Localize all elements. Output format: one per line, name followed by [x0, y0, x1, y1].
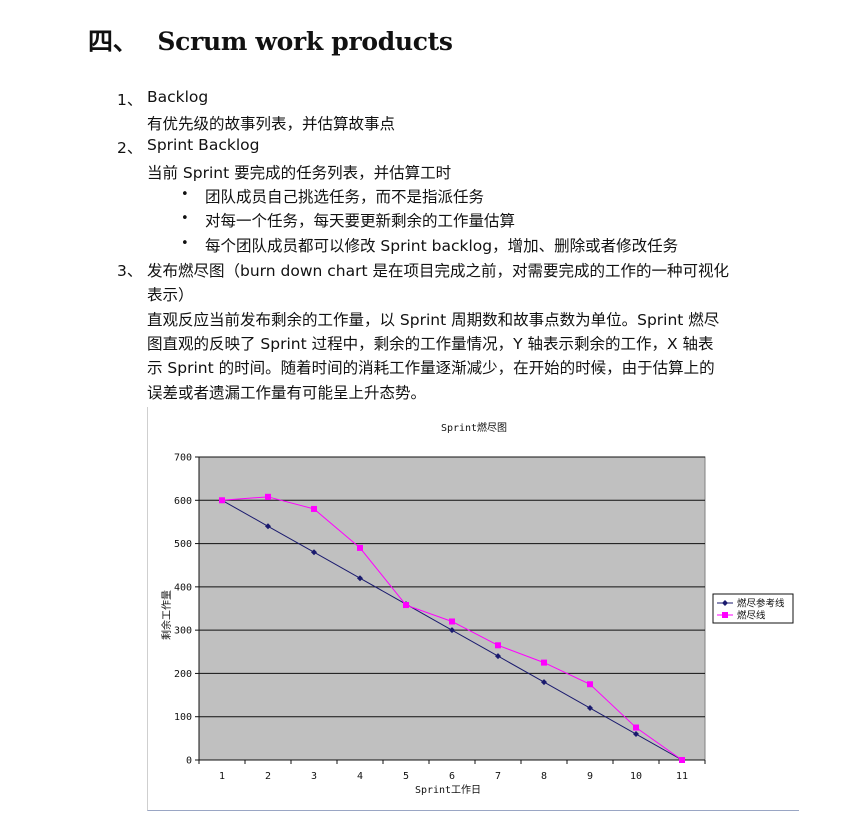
y-tick-label: 600	[174, 496, 192, 507]
y-tick-label: 100	[174, 712, 192, 723]
x-axis-label: Sprint工作日	[415, 784, 481, 796]
item-description-line: 直观反应当前发布剩余的工作量，以 Sprint 周期数和故事点数为单位。Spri…	[147, 311, 720, 329]
bullet-text: 每个团队成员都可以修改 Sprint backlog，增加、删除或者修改任务	[205, 237, 679, 255]
burndown-chart: Sprint燃尽图 Sprint工作日 剩余工作量 0 100 200 300 400 5…	[160, 421, 794, 796]
bullet-icon: •	[181, 211, 189, 226]
burndown-point	[265, 493, 271, 500]
item-marker: 1、	[117, 91, 143, 109]
y-tick-label: 0	[186, 756, 192, 767]
section-number: 四、	[88, 27, 138, 56]
item-title: Backlog	[147, 88, 209, 106]
bullet-icon: •	[181, 187, 189, 202]
burndown-chart-frame: Sprint燃尽图 Sprint工作日 剩余工作量 0 100 200 300 400 5…	[147, 407, 799, 811]
x-tick-label: 7	[495, 771, 501, 782]
burndown-point	[587, 681, 593, 688]
burndown-point	[679, 757, 685, 763]
burndown-point	[541, 659, 547, 666]
y-tick-label: 400	[174, 582, 192, 593]
item-marker: 3、	[117, 262, 143, 280]
bullet-text: 对每一个任务，每天要更新剩余的工作量估算	[205, 212, 516, 230]
x-tick-label: 5	[403, 771, 409, 782]
burndown-point	[449, 618, 455, 625]
item-description-line: 示 Sprint 的时间。随着时间的消耗工作量逐渐减少，在开始的时候，由于估算上…	[147, 359, 715, 377]
legend-marker	[722, 612, 728, 618]
chart-title: Sprint燃尽图	[441, 421, 507, 434]
legend-label: 燃尽线	[737, 610, 766, 622]
x-tick-label: 11	[676, 771, 688, 782]
y-tick-label: 300	[174, 626, 192, 637]
y-tick-label: 500	[174, 539, 192, 550]
plot-area	[198, 456, 706, 761]
section-heading: 四、 Scrum work products	[88, 22, 453, 58]
legend-label: 燃尽参考线	[737, 598, 785, 610]
burndown-point	[311, 505, 317, 512]
x-tick-label: 9	[587, 771, 593, 782]
x-tick-label: 3	[311, 771, 317, 782]
y-axis-label: 剩余工作量	[160, 590, 173, 640]
burndown-point	[633, 724, 639, 731]
burndown-point	[495, 642, 501, 649]
x-tick-label: 4	[357, 771, 363, 782]
bullet-text: 团队成员自己挑选任务，而不是指派任务	[205, 188, 485, 206]
burndown-point	[219, 497, 225, 504]
x-tick-label: 1	[219, 771, 225, 782]
y-tick-label: 200	[174, 669, 192, 680]
x-tick-label: 6	[449, 771, 455, 782]
x-tick-label: 8	[541, 771, 547, 782]
burndown-point	[357, 544, 363, 551]
x-tick-label: 10	[630, 771, 642, 782]
bullet-icon: •	[181, 236, 189, 251]
item-marker: 2、	[117, 139, 143, 157]
item-title: Sprint Backlog	[147, 136, 260, 154]
section-title: Scrum work products	[157, 27, 453, 56]
item-title-line: 发布燃尽图（burn down chart 是在项目完成之前，对需要完成的工作的…	[147, 262, 729, 280]
y-tick-label: 700	[174, 453, 192, 464]
burndown-point	[403, 602, 409, 609]
item-description: 当前 Sprint 要完成的任务列表，并估算工时	[147, 164, 452, 182]
item-description-line: 图直观的反映了 Sprint 过程中，剩余的工作量情况，Y 轴表示剩余的工作，X…	[147, 335, 714, 353]
item-description: 有优先级的故事列表，并估算故事点	[147, 115, 396, 133]
x-tick-label: 2	[265, 771, 271, 782]
item-title-line: 表示）	[147, 286, 194, 304]
item-description-line: 误差或者遗漏工作量有可能呈上升态势。	[147, 384, 427, 402]
